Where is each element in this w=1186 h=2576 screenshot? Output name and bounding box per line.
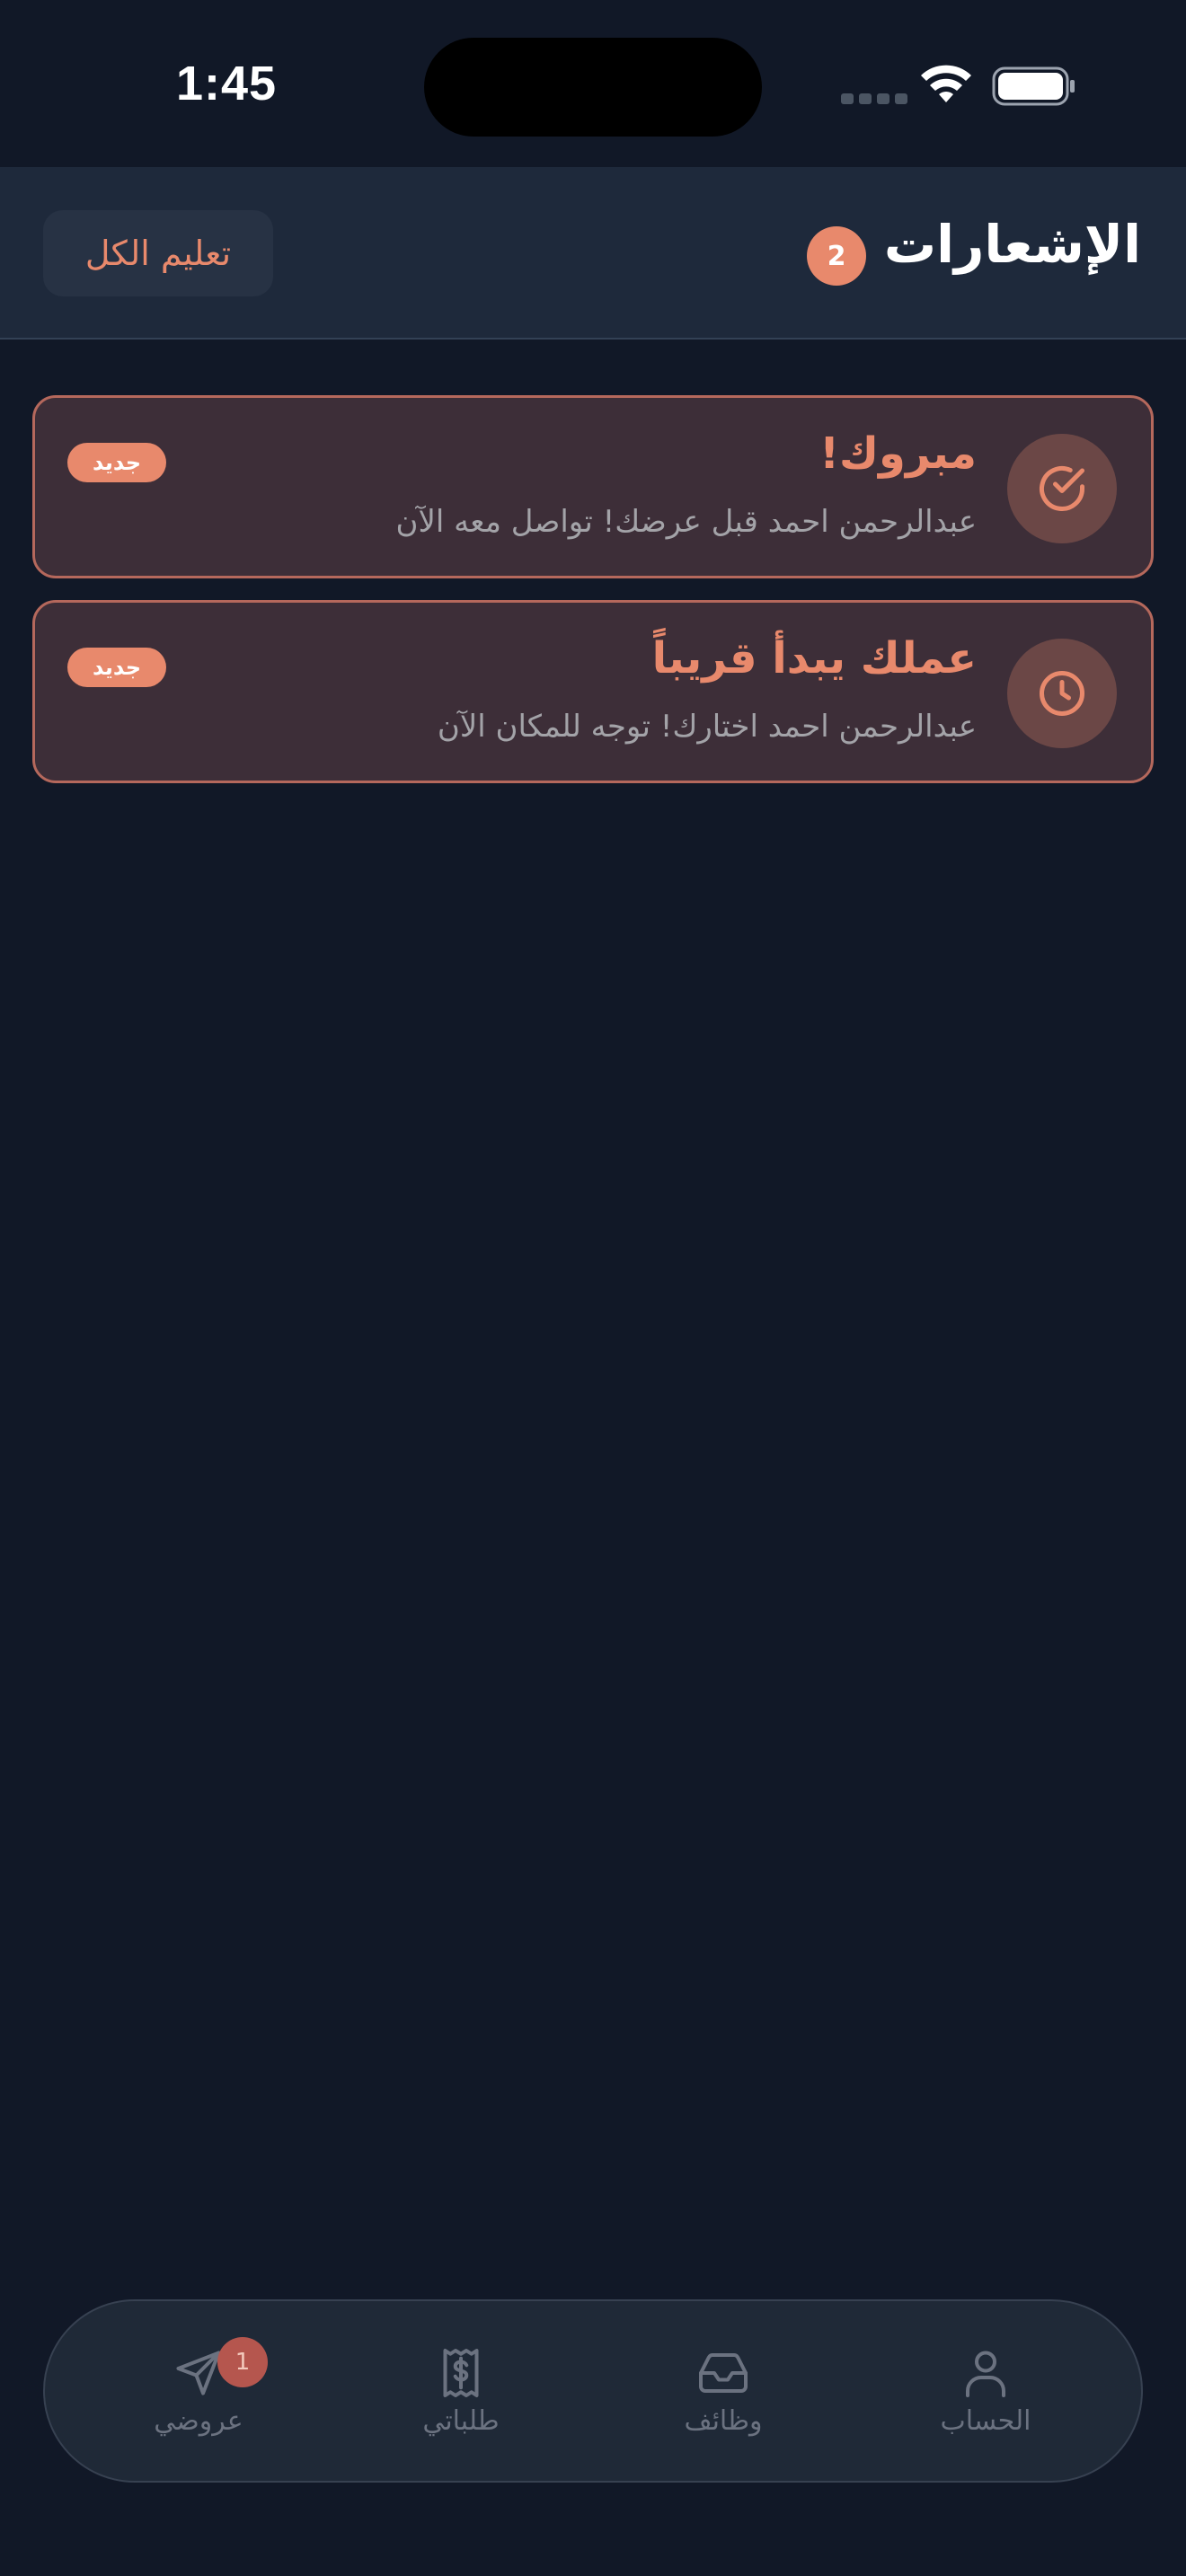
unread-count-badge: 2 <box>807 226 866 286</box>
nav-label: الحساب <box>940 2405 1031 2437</box>
new-badge: جديد <box>67 443 166 482</box>
notification-card[interactable]: مبروك! عبدالرحمن احمد قبل عرضك! تواصل مع… <box>32 395 1154 578</box>
inbox-icon <box>699 2353 748 2393</box>
clock-icon <box>1040 671 1084 716</box>
new-badge: جديد <box>67 648 166 687</box>
notification-icon-circle <box>1007 434 1117 543</box>
nav-label: عروضي <box>154 2405 243 2437</box>
notification-body: عبدالرحمن احمد اختارك! توجه للمكان الآن <box>437 709 977 745</box>
wifi-icon <box>921 65 971 102</box>
page-title: الإشعارات <box>883 214 1141 275</box>
notification-title: عملك يبدأ قريباً <box>651 633 977 684</box>
receipt-icon <box>443 2349 479 2397</box>
battery-icon <box>992 66 1075 106</box>
offers-count-badge: 1 <box>217 2337 268 2387</box>
nav-item-orders[interactable]: طلباتي <box>376 2346 546 2437</box>
check-circle-icon <box>1040 466 1084 511</box>
nav-label: وظائف <box>684 2405 763 2437</box>
dynamic-island <box>424 38 762 137</box>
send-icon <box>176 2351 221 2395</box>
bottom-nav-bar: 1 عروضي طلباتي وظائف الحساب <box>43 2299 1143 2483</box>
cellular-signal-icon <box>841 93 907 104</box>
nav-label: طلباتي <box>422 2405 500 2437</box>
status-time: 1:45 <box>176 57 278 110</box>
notification-card[interactable]: عملك يبدأ قريباً عبدالرحمن احمد اختارك! … <box>32 600 1154 783</box>
nav-item-account[interactable]: الحساب <box>900 2346 1071 2437</box>
user-icon <box>966 2351 1005 2397</box>
page-header: الإشعارات 2 تعليم الكل <box>0 167 1186 340</box>
nav-item-jobs[interactable]: وظائف <box>638 2346 809 2437</box>
nav-item-offers[interactable]: 1 عروضي <box>113 2337 284 2437</box>
mark-all-read-button[interactable]: تعليم الكل <box>43 210 273 296</box>
notification-title: مبروك! <box>819 428 977 479</box>
notification-icon-circle <box>1007 639 1117 748</box>
status-bar: 1:45 <box>0 0 1186 167</box>
notification-body: عبدالرحمن احمد قبل عرضك! تواصل معه الآن <box>395 504 977 540</box>
